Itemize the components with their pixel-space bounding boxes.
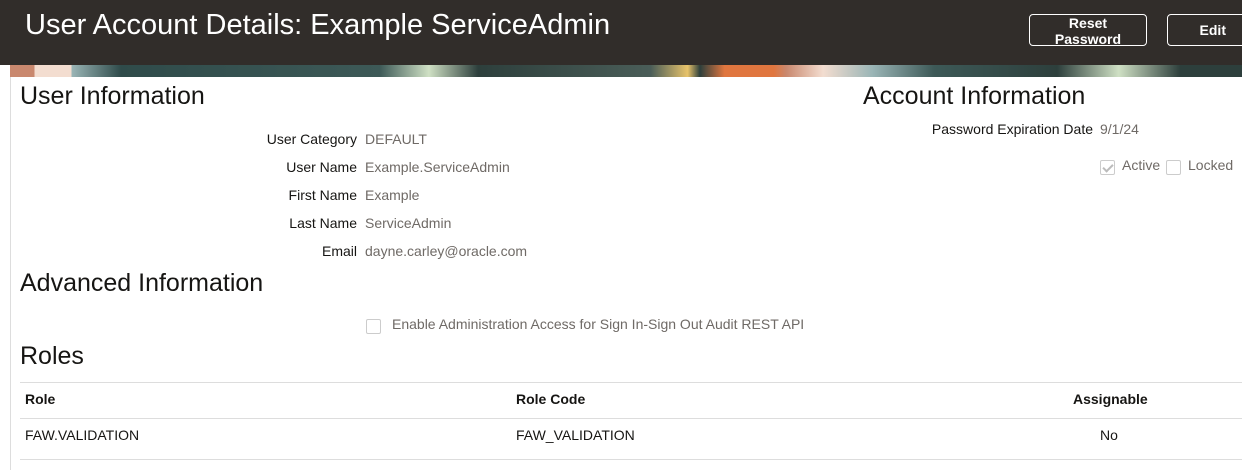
password-expiration-label: Password Expiration Date [931,121,1093,137]
first-name-label: First Name [288,187,357,203]
assignable-cell: No [1100,427,1118,443]
column-header-role[interactable]: Role [25,391,55,407]
first-name-value: Example [365,187,420,203]
advanced-information-heading: Advanced Information [20,269,264,297]
active-checkbox[interactable] [1100,160,1115,175]
edit-button[interactable]: Edit [1167,14,1242,46]
locked-checkbox[interactable] [1166,160,1181,175]
user-name-label: User Name [286,159,357,175]
last-name-label: Last Name [289,215,357,231]
page-header: User Account Details: Example ServiceAdm… [0,0,1242,65]
roles-heading: Roles [20,342,84,370]
locked-label: Locked [1188,157,1234,173]
password-expiration-value: 9/1/24 [1100,121,1139,137]
table-top-border [20,382,1242,383]
user-information-heading: User Information [20,82,205,110]
page-title: User Account Details: Example ServiceAdm… [25,9,611,41]
email-value: dayne.carley@oracle.com [365,243,528,259]
account-information-heading: Account Information [863,82,1086,110]
decorative-banner [10,65,1242,77]
user-category-label: User Category [266,131,357,147]
audit-access-checkbox[interactable] [366,319,381,334]
divider [10,77,11,470]
email-label: Email [321,243,357,259]
table-row-border [20,459,1242,460]
user-name-value: Example.ServiceAdmin [365,159,510,175]
role-cell: FAW.VALIDATION [25,427,140,443]
column-header-assignable[interactable]: Assignable [1073,391,1148,407]
active-label: Active [1122,157,1161,173]
reset-password-button[interactable]: Reset Password [1029,14,1147,47]
role-code-cell: FAW_VALIDATION [516,427,635,443]
user-category-value: DEFAULT [365,131,427,147]
table-header-border [20,418,1242,419]
last-name-value: ServiceAdmin [365,215,452,231]
column-header-role-code[interactable]: Role Code [516,391,585,407]
audit-access-label: Enable Administration Access for Sign In… [392,316,805,332]
